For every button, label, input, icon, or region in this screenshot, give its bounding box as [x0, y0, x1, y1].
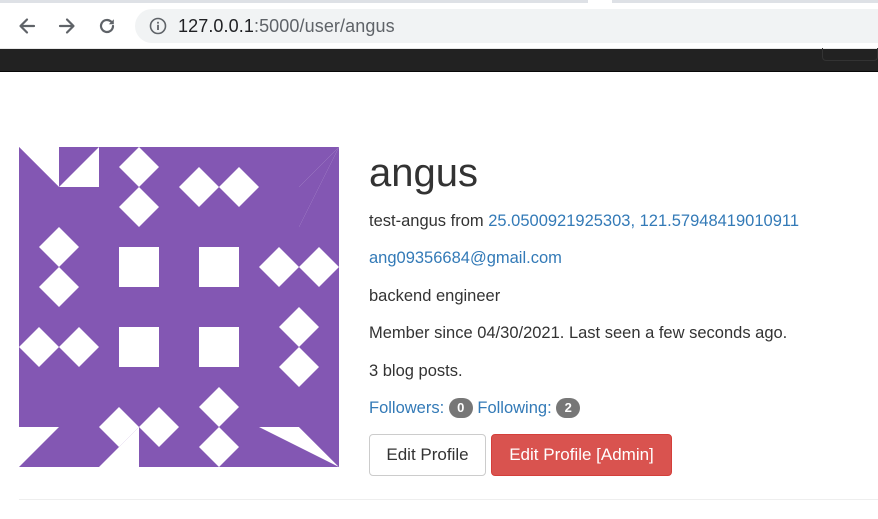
url-host: 127.0.0.1 [178, 16, 254, 36]
post-count: 3 blog posts. [369, 362, 463, 380]
from-label: from [450, 212, 484, 230]
about-me: backend engineer [369, 287, 501, 305]
member-since: Member since 04/30/2021. Last seen a few… [369, 324, 788, 342]
browser-toolbar: 127.0.0.1:5000/user/angus [0, 0, 878, 48]
avatar-tile [119, 247, 159, 287]
url-path: :5000/user/angus [253, 16, 395, 36]
section-divider [19, 499, 878, 500]
forward-button[interactable] [51, 10, 83, 42]
display-name: test-angus [369, 212, 447, 230]
email-link[interactable]: ang09356684@gmail.com [369, 249, 562, 267]
avatar-tile [119, 327, 159, 367]
email-line: ang09356684@gmail.com [369, 248, 562, 268]
reload-icon [99, 18, 115, 34]
back-button[interactable] [11, 10, 43, 42]
address-bar[interactable]: 127.0.0.1:5000/user/angus [135, 9, 878, 43]
arrow-right-icon [58, 18, 75, 34]
site-navbar [0, 48, 878, 72]
edit-profile-admin-button[interactable]: Edit Profile [Admin] [491, 434, 672, 476]
navbar-toggle-button[interactable] [822, 48, 878, 61]
avatar-tile [199, 327, 239, 367]
following-count-badge: 2 [556, 397, 581, 418]
followers-label: Followers: [369, 399, 445, 417]
avatar-shape [19, 387, 59, 427]
edit-profile-button[interactable]: Edit Profile [369, 434, 486, 476]
avatar [19, 147, 339, 467]
page-title: angus [369, 151, 478, 195]
tab-strip-edge [0, 0, 878, 3]
following-link[interactable]: Following: 2 [477, 397, 581, 418]
avatar-tile [59, 187, 299, 427]
followers-count-badge: 0 [448, 397, 473, 418]
following-label: Following: [477, 399, 552, 417]
url-text[interactable]: 127.0.0.1:5000/user/angus [178, 16, 395, 37]
reload-button[interactable] [91, 10, 123, 42]
followers-link[interactable]: Followers: 0 [369, 397, 473, 418]
location-link[interactable]: 25.0500921925303, 121.57948419010911 [488, 212, 799, 230]
follow-stats: Followers: 0 Following: 2 [369, 397, 581, 419]
avatar-shape [59, 147, 99, 187]
info-circle-icon[interactable] [149, 17, 167, 35]
avatar-tile [199, 247, 239, 287]
arrow-left-icon [19, 18, 36, 34]
name-location-line: test-angus from 25.0500921925303, 121.57… [369, 211, 799, 231]
